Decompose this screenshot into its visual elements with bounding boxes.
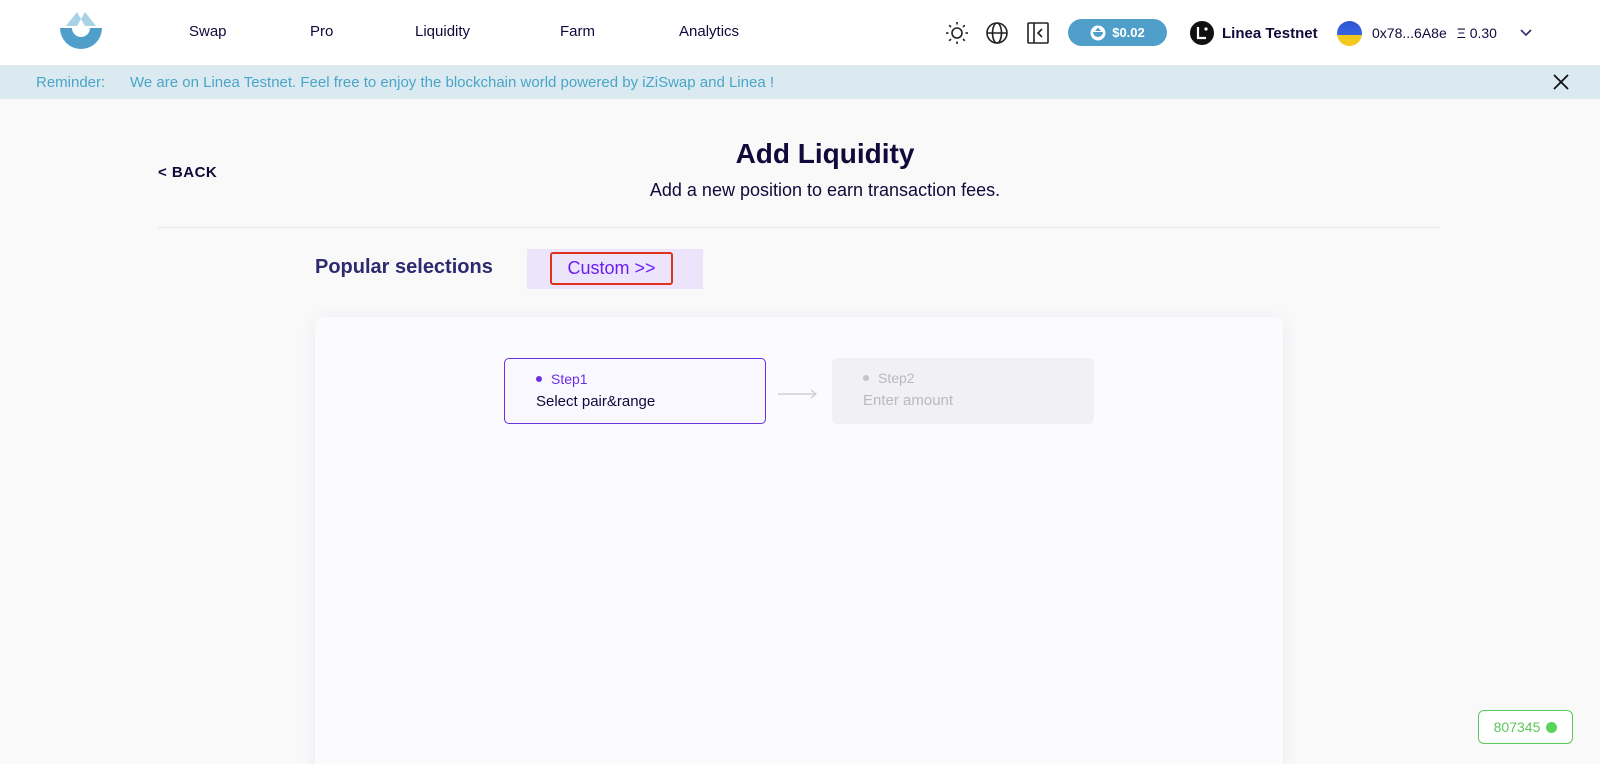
step-2-title: Step2 xyxy=(878,370,915,386)
step-1-title: Step1 xyxy=(551,371,588,387)
network-name: Linea Testnet xyxy=(1222,24,1318,42)
reminder-text: We are on Linea Testnet. Feel free to en… xyxy=(130,73,774,91)
arrow-right-icon xyxy=(778,389,818,399)
sidebar-collapse-icon[interactable] xyxy=(1025,20,1051,46)
nav-swap[interactable]: Swap xyxy=(189,23,227,40)
add-liquidity-card: Step1 Select pair&range Step2 Enter amou… xyxy=(315,317,1283,764)
status-dot-icon xyxy=(1546,721,1558,733)
reminder-banner: Reminder: We are on Linea Testnet. Feel … xyxy=(0,65,1600,99)
nav-liquidity[interactable]: Liquidity xyxy=(415,23,470,40)
network-selector[interactable]: Linea Testnet xyxy=(1190,20,1318,46)
step-2: Step2 Enter amount xyxy=(832,358,1094,424)
nav-analytics[interactable]: Analytics xyxy=(679,23,739,40)
tab-custom-container: Custom >> xyxy=(527,249,703,289)
nav-farm[interactable]: Farm xyxy=(560,23,595,40)
avatar xyxy=(1337,20,1362,46)
page-title: Add Liquidity xyxy=(735,138,915,169)
linea-logo-icon xyxy=(1190,21,1214,45)
reminder-label: Reminder: xyxy=(36,73,106,91)
izi-token-icon xyxy=(1090,25,1106,40)
tab-custom[interactable]: Custom >> xyxy=(550,252,673,285)
divider xyxy=(158,227,1440,228)
account-address: 0x78...6A8e xyxy=(1372,25,1447,41)
nav-pro[interactable]: Pro xyxy=(310,23,333,40)
step-indicator-dot xyxy=(536,376,542,382)
step-1[interactable]: Step1 Select pair&range xyxy=(504,358,766,424)
iziswap-logo[interactable] xyxy=(58,10,104,54)
izi-price: $0.02 xyxy=(1112,25,1145,40)
step-1-description: Select pair&range xyxy=(536,393,656,410)
chevron-down-icon xyxy=(1520,29,1532,37)
block-number: 807345 xyxy=(1493,719,1541,735)
page-subtitle: Add a new position to earn transaction f… xyxy=(649,180,1001,200)
theme-toggle-sun-icon[interactable] xyxy=(944,20,970,46)
eth-balance: Ξ 0.30 xyxy=(1456,25,1497,41)
top-bar: Swap Pro Liquidity Farm Analytics $0.02 … xyxy=(0,0,1600,65)
step-2-description: Enter amount xyxy=(863,392,954,409)
close-icon[interactable] xyxy=(1552,73,1570,91)
izi-price-button[interactable]: $0.02 xyxy=(1068,19,1167,46)
tab-popular-selections[interactable]: Popular selections xyxy=(315,256,493,279)
block-number-badge[interactable]: 807345 xyxy=(1478,710,1573,744)
language-globe-icon[interactable] xyxy=(984,20,1010,46)
step-indicator-dot xyxy=(863,375,869,381)
account-button[interactable]: 0x78...6A8e Ξ 0.30 xyxy=(1337,19,1533,47)
